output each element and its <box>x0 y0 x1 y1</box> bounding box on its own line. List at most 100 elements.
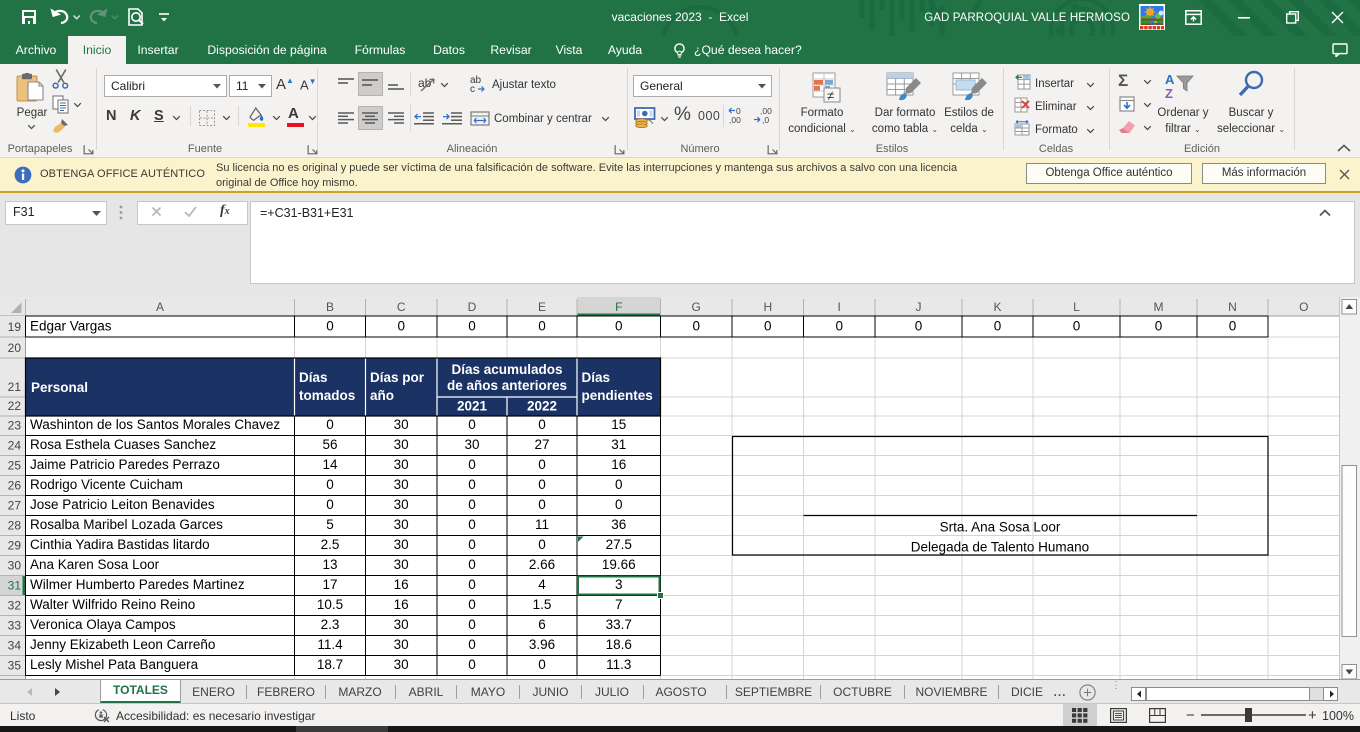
svg-text:34: 34 <box>8 638 22 652</box>
svg-text:,0: ,0 <box>762 115 769 125</box>
svg-text:4: 4 <box>538 577 546 592</box>
svg-text:3.96: 3.96 <box>529 637 555 652</box>
svg-text:0: 0 <box>468 537 476 552</box>
svg-text:1.5: 1.5 <box>533 597 552 612</box>
svg-text:30: 30 <box>394 417 409 432</box>
svg-text:0: 0 <box>468 477 476 492</box>
svg-text:30: 30 <box>394 477 409 492</box>
svg-text:0: 0 <box>615 477 623 492</box>
svg-text:0: 0 <box>835 318 843 333</box>
svg-text:3: 3 <box>615 577 623 592</box>
svg-text:31: 31 <box>611 437 626 452</box>
svg-text:27: 27 <box>534 437 549 452</box>
svg-text:C: C <box>397 300 406 314</box>
svg-text:0: 0 <box>615 497 623 512</box>
svg-text:M: M <box>1154 300 1164 314</box>
svg-text:13: 13 <box>322 557 337 572</box>
svg-text:14: 14 <box>322 457 338 472</box>
svg-text:2.3: 2.3 <box>321 617 340 632</box>
svg-text:Delegada de Talento Humano: Delegada de Talento Humano <box>911 539 1089 554</box>
svg-text:2021: 2021 <box>457 398 488 413</box>
svg-text:G: G <box>692 300 701 314</box>
svg-text:Personal: Personal <box>31 380 88 395</box>
svg-text:0: 0 <box>538 657 546 672</box>
svg-text:Walter Wilfrido Reino Reino: Walter Wilfrido Reino Reino <box>30 597 195 612</box>
svg-text:0: 0 <box>692 318 700 333</box>
svg-text:Jenny Ekizabeth Leon Carreño: Jenny Ekizabeth Leon Carreño <box>30 637 215 652</box>
svg-text:20: 20 <box>8 341 22 355</box>
svg-text:Días por: Días por <box>370 370 425 385</box>
svg-text:0: 0 <box>326 497 334 512</box>
svg-text:0: 0 <box>1155 318 1163 333</box>
svg-text:5: 5 <box>326 517 334 532</box>
svg-text:de años anteriores: de años anteriores <box>447 378 567 393</box>
svg-text:35: 35 <box>8 658 22 672</box>
svg-text:27.5: 27.5 <box>606 537 632 552</box>
svg-text:Edgar Vargas: Edgar Vargas <box>30 318 112 333</box>
svg-text:17: 17 <box>322 577 337 592</box>
svg-text:0: 0 <box>994 318 1002 333</box>
svg-text:0: 0 <box>538 497 546 512</box>
svg-text:30: 30 <box>394 557 409 572</box>
svg-text:0: 0 <box>468 657 476 672</box>
svg-text:año: año <box>370 388 394 403</box>
svg-text:0: 0 <box>468 617 476 632</box>
svg-text:Z: Z <box>1165 86 1173 101</box>
svg-text:Jose Patricio Leiton Benavides: Jose Patricio Leiton Benavides <box>30 497 215 512</box>
svg-text:30: 30 <box>394 537 409 552</box>
svg-text:0: 0 <box>326 318 334 333</box>
svg-text:30: 30 <box>394 517 409 532</box>
svg-text:0: 0 <box>326 417 334 432</box>
svg-text:N: N <box>1228 300 1237 314</box>
svg-text:0: 0 <box>468 597 476 612</box>
svg-text:0: 0 <box>468 577 476 592</box>
svg-text:6: 6 <box>538 617 546 632</box>
svg-text:10.5: 10.5 <box>317 597 343 612</box>
svg-text:D: D <box>468 300 477 314</box>
svg-text:O: O <box>1299 300 1308 314</box>
svg-text:19: 19 <box>8 320 22 334</box>
svg-text:0: 0 <box>538 477 546 492</box>
svg-text:32: 32 <box>8 598 22 612</box>
svg-text:15: 15 <box>611 417 626 432</box>
svg-text:30: 30 <box>8 558 22 572</box>
svg-text:30: 30 <box>394 457 409 472</box>
svg-text:c: c <box>470 84 475 94</box>
svg-text:Rosalba Maribel Lozada Garces: Rosalba Maribel Lozada Garces <box>30 517 223 532</box>
svg-text:0: 0 <box>1229 318 1237 333</box>
svg-text:Washinton de los Santos Morale: Washinton de los Santos Morales Chavez <box>30 417 280 432</box>
svg-text:K: K <box>993 300 1001 314</box>
svg-text:0: 0 <box>538 457 546 472</box>
svg-text:26: 26 <box>8 478 22 492</box>
svg-text:Cinthia Yadira Bastidas litard: Cinthia Yadira Bastidas litardo <box>30 537 210 552</box>
svg-text:11.4: 11.4 <box>317 637 343 652</box>
svg-text:Jaime Patricio Paredes Perrazo: Jaime Patricio Paredes Perrazo <box>30 457 220 472</box>
svg-text:11.3: 11.3 <box>606 657 631 672</box>
svg-text:22: 22 <box>8 399 22 413</box>
svg-text:pendientes: pendientes <box>582 388 653 403</box>
svg-text:0: 0 <box>468 318 476 333</box>
svg-text:I: I <box>838 300 841 314</box>
svg-text:11: 11 <box>535 517 549 532</box>
svg-text:30: 30 <box>464 437 479 452</box>
svg-text:30: 30 <box>394 637 409 652</box>
svg-text:27: 27 <box>8 498 22 512</box>
svg-text:0: 0 <box>468 557 476 572</box>
svg-text:0: 0 <box>468 637 476 652</box>
svg-text:tomados: tomados <box>299 388 355 403</box>
svg-text:Rodrigo Vicente Cuicham: Rodrigo Vicente Cuicham <box>30 477 183 492</box>
svg-text:2.5: 2.5 <box>321 537 340 552</box>
svg-text:0: 0 <box>397 318 405 333</box>
svg-text:Días: Días <box>582 370 611 385</box>
svg-text:0: 0 <box>468 517 476 532</box>
svg-text:2.66: 2.66 <box>529 557 555 572</box>
svg-text:28: 28 <box>8 518 22 532</box>
svg-text:≠: ≠ <box>827 88 834 103</box>
svg-text:30: 30 <box>394 497 409 512</box>
svg-text:Lesly Mishel Pata Banguera: Lesly Mishel Pata Banguera <box>30 657 199 672</box>
svg-text:A: A <box>156 300 164 314</box>
svg-text:H: H <box>763 300 772 314</box>
svg-text:Días: Días <box>299 370 328 385</box>
svg-text:16: 16 <box>394 597 409 612</box>
svg-text:0: 0 <box>468 497 476 512</box>
